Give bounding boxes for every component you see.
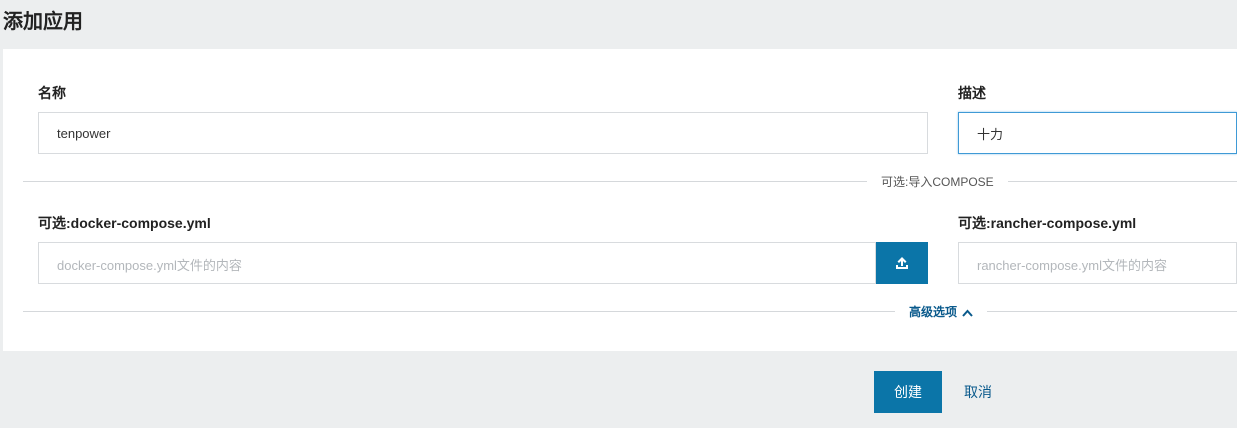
- rancher-compose-label: 可选:rancher-compose.yml: [958, 215, 1137, 231]
- advanced-options-toggle[interactable]: 高级选项: [895, 303, 988, 320]
- create-button[interactable]: 创建: [874, 371, 942, 413]
- compose-divider-line: [23, 181, 1237, 182]
- advanced-divider-line: [23, 311, 1237, 312]
- rancher-compose-textarea[interactable]: [958, 242, 1237, 284]
- upload-button[interactable]: [876, 242, 928, 284]
- name-label: 名称: [38, 85, 66, 101]
- chevron-up-icon: [962, 309, 974, 317]
- cancel-button[interactable]: 取消: [952, 371, 1004, 413]
- description-label: 描述: [958, 85, 986, 101]
- docker-compose-textarea[interactable]: [38, 242, 876, 284]
- form-card: 名称 描述 可选:导入COMPOSE 可选:docker-compose.yml…: [3, 49, 1237, 351]
- page-title: 添加应用: [3, 11, 83, 33]
- name-input[interactable]: [38, 112, 928, 154]
- compose-divider-label: 可选:导入COMPOSE: [867, 173, 1008, 190]
- advanced-options-label: 高级选项: [909, 305, 958, 319]
- docker-compose-label: 可选:docker-compose.yml: [38, 215, 211, 231]
- description-input[interactable]: [958, 112, 1237, 154]
- upload-icon: [896, 257, 908, 269]
